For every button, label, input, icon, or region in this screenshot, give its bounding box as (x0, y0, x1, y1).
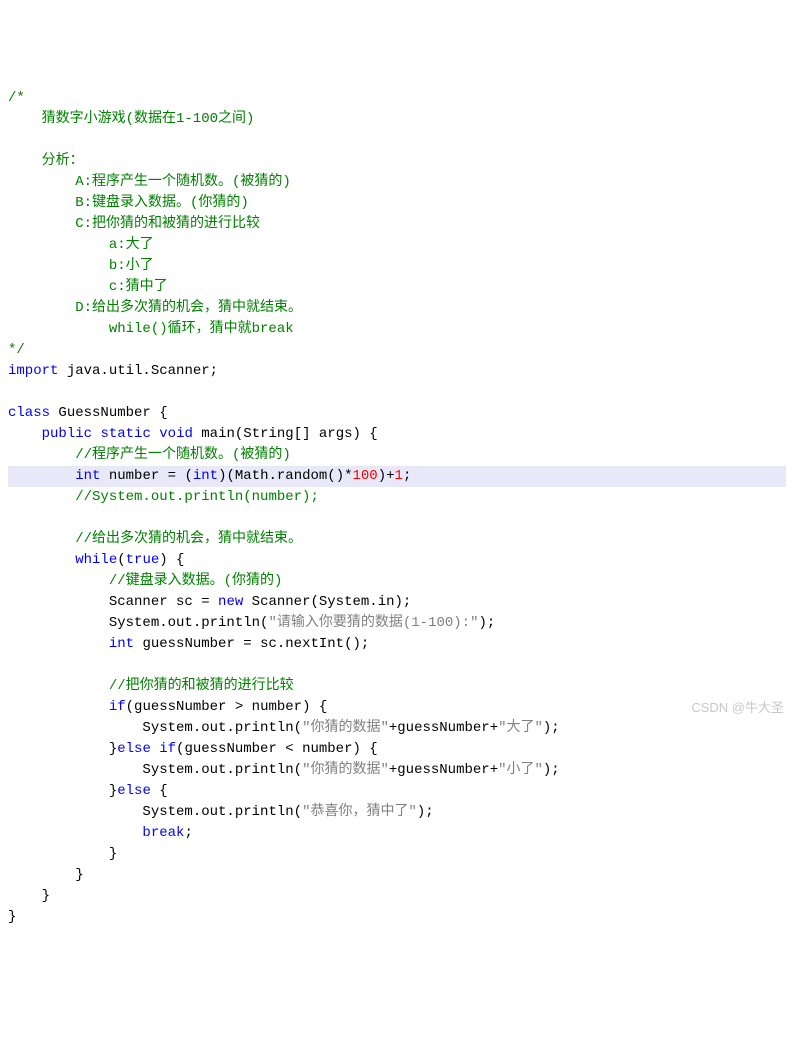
comment-line: //程序产生一个随机数。(被猜的) (75, 447, 291, 463)
code-text: ; (403, 468, 411, 484)
code-text: System.out.println( (8, 615, 268, 631)
string-literal: "你猜的数据" (302, 762, 389, 778)
code-text: +guessNumber+ (389, 720, 498, 736)
keyword-import: import (8, 363, 58, 379)
keyword-break: break (142, 825, 184, 841)
class-decl: GuessNumber { (50, 405, 168, 421)
comment-line: while()循环，猜中就break (8, 321, 294, 337)
number-literal: 1 (395, 468, 403, 484)
indent (8, 825, 142, 841)
keyword-void: void (159, 426, 193, 442)
code-text: )(Math.random()* (218, 468, 352, 484)
string-literal: "你猜的数据" (302, 720, 389, 736)
comment-line: 分析： (8, 153, 84, 169)
keyword-public: public (42, 426, 92, 442)
string-literal: "恭喜你，猜中了" (302, 804, 417, 820)
code-text: ); (543, 762, 560, 778)
string-literal: "请输入你要猜的数据(1-100):" (268, 615, 478, 631)
code-text: System.out.println( (8, 804, 302, 820)
indent (8, 636, 109, 652)
import-path: java.util.Scanner; (58, 363, 218, 379)
keyword-static: static (100, 426, 150, 442)
code-text: ( (117, 552, 125, 568)
string-literal: "小了" (498, 762, 543, 778)
code-text: guessNumber = sc.nextInt(); (134, 636, 369, 652)
brace-close: } (8, 888, 50, 904)
indent (8, 741, 109, 757)
comment-line: //给出多次猜的机会，猜中就结束。 (75, 531, 302, 547)
keyword-int: int (109, 636, 134, 652)
watermark-text: CSDN @牛大圣 (691, 698, 784, 718)
brace-close: } (8, 867, 84, 883)
comment-line: a:大了 (8, 237, 154, 253)
code-text: ) { (159, 552, 184, 568)
comment-line: C:把你猜的和被猜的进行比较 (8, 216, 260, 232)
comment-block-open: /* (8, 90, 25, 106)
code-text: number = ( (100, 468, 192, 484)
brace-close: } (8, 909, 16, 925)
comment-line: //把你猜的和被猜的进行比较 (109, 678, 294, 694)
code-text: Scanner(System.in); (243, 594, 411, 610)
string-literal: "大了" (498, 720, 543, 736)
keyword-true: true (126, 552, 160, 568)
brace: } (109, 783, 117, 799)
code-text: ); (478, 615, 495, 631)
code-text: { (151, 783, 168, 799)
keyword-if: if (109, 699, 126, 715)
code-text: System.out.println( (8, 762, 302, 778)
keyword-else: else (117, 783, 151, 799)
code-text: Scanner sc = (8, 594, 218, 610)
code-text: System.out.println( (8, 720, 302, 736)
highlighted-line: int number = (int)(Math.random()*100)+1; (8, 466, 786, 487)
indent (8, 783, 109, 799)
comment-block-close: */ (8, 342, 25, 358)
keyword-int-cast: int (193, 468, 218, 484)
comment-line: A:程序产生一个随机数。(被猜的) (8, 174, 291, 190)
comment-line: //键盘录入数据。(你猜的) (109, 573, 283, 589)
code-text: (guessNumber > number) { (126, 699, 328, 715)
keyword-new: new (218, 594, 243, 610)
comment-line: B:键盘录入数据。(你猜的) (8, 195, 249, 211)
comment-line: D:给出多次猜的机会，猜中就结束。 (8, 300, 302, 316)
code-text: ); (417, 804, 434, 820)
comment-line: b:小了 (8, 258, 154, 274)
code-text: (guessNumber < number) { (176, 741, 378, 757)
brace-close: } (8, 846, 117, 862)
code-text: +guessNumber+ (389, 762, 498, 778)
comment-line: c:猜中了 (8, 279, 168, 295)
keyword-int: int (75, 468, 100, 484)
comment-line: //System.out.println(number); (75, 489, 319, 505)
number-literal: 100 (353, 468, 378, 484)
comment-line: 猜数字小游戏(数据在1-100之间) (8, 111, 254, 127)
code-text: ); (543, 720, 560, 736)
keyword-class: class (8, 405, 50, 421)
code-text: )+ (378, 468, 395, 484)
keyword-elseif: else if (117, 741, 176, 757)
main-sig: main(String[] args) { (193, 426, 378, 442)
brace: } (109, 741, 117, 757)
keyword-while: while (75, 552, 117, 568)
code-text: ; (184, 825, 192, 841)
